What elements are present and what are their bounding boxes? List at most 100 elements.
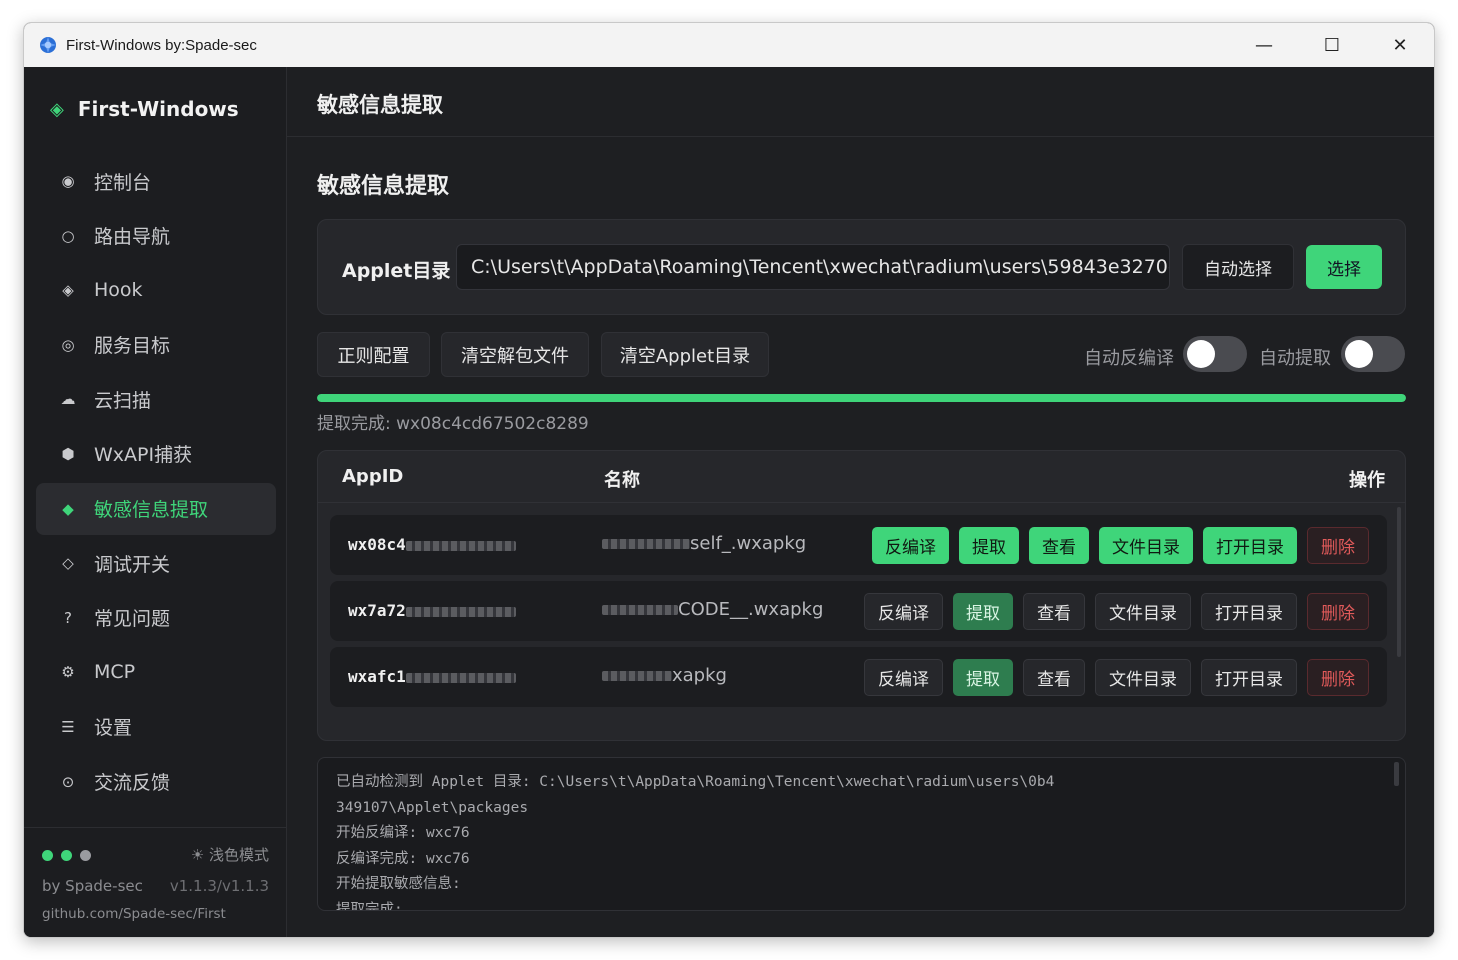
app-window: First-Windows by:Spade-sec — ☐ ✕ ◈ First… — [23, 22, 1435, 938]
table-row: wx7a72 CODE__.wxapkg 反编译 提取 查看 文件目录 打开目录 删除 — [330, 581, 1387, 641]
redacted-text — [405, 540, 516, 551]
version-label: v1.1.3/v1.1.3 — [169, 877, 269, 895]
file-dir-button[interactable]: 文件目录 — [1099, 527, 1193, 564]
open-dir-button[interactable]: 打开目录 — [1201, 593, 1297, 630]
auto-decompile-toggle[interactable] — [1183, 336, 1247, 372]
diamond-icon: ◈ — [62, 281, 74, 300]
sidebar-item-8[interactable]: ? 常见问题 — [36, 592, 276, 644]
sidebar-item-label: 服务目标 — [94, 335, 171, 358]
title-bar: First-Windows by:Spade-sec — ☐ ✕ — [24, 23, 1434, 67]
auto-extract-toggle[interactable] — [1341, 336, 1405, 372]
row-actions: 反编译 提取 查看 文件目录 打开目录 删除 — [862, 527, 1369, 564]
sidebar-item-7[interactable]: ◇ 调试开关 — [36, 537, 276, 589]
applet-dir-input[interactable]: C:\Users\t\AppData\Roaming\Tencent\xwech… — [456, 244, 1170, 290]
sidebar-item-2[interactable]: ◈ Hook — [36, 264, 276, 316]
name-text: xapkg — [672, 665, 727, 686]
delete-button[interactable]: 删除 — [1307, 527, 1369, 564]
toggle-knob — [1187, 340, 1215, 368]
close-button[interactable]: ✕ — [1366, 23, 1434, 67]
sidebar-item-label: MCP — [94, 661, 136, 684]
appid-cell: wxafc1 — [348, 667, 516, 686]
applet-dir-label: Applet目录 — [342, 260, 451, 282]
gear-icon: ⚙ — [61, 663, 75, 682]
status-dot — [61, 850, 72, 861]
sidebar-item-3[interactable]: ◎ 服务目标 — [36, 319, 276, 371]
table-header: AppID 名称 操作 — [318, 451, 1405, 503]
clear-applet-dir-button[interactable]: 清空Applet目录 — [601, 332, 769, 377]
main-content: 敏感信息提取 敏感信息提取 Applet目录 C:\Users\t\AppDat… — [287, 67, 1434, 937]
cloud-icon: ☁ — [60, 390, 76, 409]
log-line: 提取完成: — [336, 901, 403, 911]
brand-name: First-Windows — [77, 97, 239, 121]
view-button[interactable]: 查看 — [1029, 527, 1089, 564]
feedback-icon: ⊙ — [61, 772, 75, 791]
decompile-button[interactable]: 反编译 — [872, 527, 949, 564]
sidebar: ◈ First-Windows ◉ 控制台 ○ 路由导航 ◈ Hook ◎ 服务目标 ☁ 云扫描 ⬢… — [24, 67, 287, 937]
sidebar-item-10[interactable]: ☰ 设置 — [36, 701, 276, 753]
log-line: 反编译完成: wxc76 — [336, 850, 470, 867]
status-text: 提取完成: wx08c4cd67502c8289 — [317, 414, 589, 434]
view-button[interactable]: 查看 — [1023, 593, 1085, 630]
select-button[interactable]: 选择 — [1306, 245, 1382, 289]
redacted-text — [405, 606, 516, 617]
status-dots — [42, 850, 99, 861]
file-dir-button[interactable]: 文件目录 — [1095, 659, 1191, 696]
delete-button[interactable]: 删除 — [1307, 593, 1369, 630]
auto-extract-label: 自动提取 — [1259, 348, 1331, 369]
column-header-name: 名称 — [604, 470, 640, 491]
diamond-small-icon: ◆ — [62, 499, 74, 518]
sidebar-item-label: 云扫描 — [94, 389, 152, 412]
extract-button[interactable]: 提取 — [953, 593, 1013, 630]
sidebar-item-9[interactable]: ⚙ MCP — [36, 646, 276, 698]
appid-cell: wx7a72 — [348, 601, 516, 620]
column-header-ops: 操作 — [1349, 470, 1385, 491]
sidebar-item-11[interactable]: ⊙ 交流反馈 — [36, 756, 276, 808]
extract-button[interactable]: 提取 — [959, 527, 1019, 564]
sidebar-item-label: 常见问题 — [94, 608, 171, 631]
theme-toggle[interactable]: ☀ 浅色模式 — [191, 844, 269, 865]
view-button[interactable]: 查看 — [1023, 659, 1085, 696]
row-actions: 反编译 提取 查看 文件目录 打开目录 删除 — [854, 659, 1369, 696]
progress-bar — [317, 394, 1406, 402]
sidebar-item-1[interactable]: ○ 路由导航 — [36, 210, 276, 262]
table-scrollbar[interactable] — [1397, 507, 1401, 657]
github-link[interactable]: github.com/Spade-sec/First — [42, 906, 226, 922]
status-dot — [42, 850, 53, 861]
diamond-outline-icon: ◇ — [62, 554, 74, 573]
question-icon: ? — [64, 608, 72, 627]
log-scrollbar[interactable] — [1394, 762, 1399, 786]
auto-select-button[interactable]: 自动选择 — [1182, 244, 1294, 290]
page-header: 敏感信息提取 — [287, 67, 1434, 137]
window-title: First-Windows by:Spade-sec — [66, 36, 257, 54]
applet-dir-card: Applet目录 C:\Users\t\AppData\Roaming\Tenc… — [317, 219, 1406, 315]
decompile-button[interactable]: 反编译 — [864, 659, 943, 696]
clear-unpacked-button[interactable]: 清空解包文件 — [441, 332, 589, 377]
sidebar-item-0[interactable]: ◉ 控制台 — [36, 155, 276, 207]
extract-button[interactable]: 提取 — [953, 659, 1013, 696]
name-cell: xapkg — [602, 665, 727, 686]
open-dir-button[interactable]: 打开目录 — [1201, 659, 1297, 696]
delete-button[interactable]: 删除 — [1307, 659, 1369, 696]
maximize-button[interactable]: ☐ — [1298, 23, 1366, 67]
sidebar-item-5[interactable]: ⬢ WxAPI捕获 — [36, 428, 276, 480]
minimize-button[interactable]: — — [1230, 23, 1298, 67]
sidebar-item-4[interactable]: ☁ 云扫描 — [36, 373, 276, 425]
appid-text: wxafc1 — [348, 667, 406, 686]
decompile-button[interactable]: 反编译 — [864, 593, 943, 630]
sidebar-item-6[interactable]: ◆ 敏感信息提取 — [36, 482, 276, 535]
name-cell: self_.wxapkg — [602, 533, 806, 554]
redacted-text — [602, 539, 690, 549]
log-line: 已自动检测到 Applet 目录: C:\Users\t\AppData\Roa… — [336, 774, 1055, 790]
sidebar-item-label: 交流反馈 — [94, 772, 171, 795]
sidebar-item-label: 路由导航 — [94, 226, 171, 249]
log-line: 开始提取敏感信息: — [336, 876, 461, 892]
menu-icon: ☰ — [61, 717, 75, 736]
appid-cell: wx08c4 — [348, 535, 516, 554]
sidebar-item-label: 调试开关 — [94, 553, 171, 576]
sidebar-item-label: 设置 — [94, 717, 133, 740]
name-cell: CODE__.wxapkg — [602, 599, 823, 620]
open-dir-button[interactable]: 打开目录 — [1203, 527, 1297, 564]
log-panel: 已自动检测到 Applet 目录: C:\Users\t\AppData\Roa… — [317, 757, 1406, 911]
regex-config-button[interactable]: 正则配置 — [317, 332, 430, 377]
file-dir-button[interactable]: 文件目录 — [1095, 593, 1191, 630]
